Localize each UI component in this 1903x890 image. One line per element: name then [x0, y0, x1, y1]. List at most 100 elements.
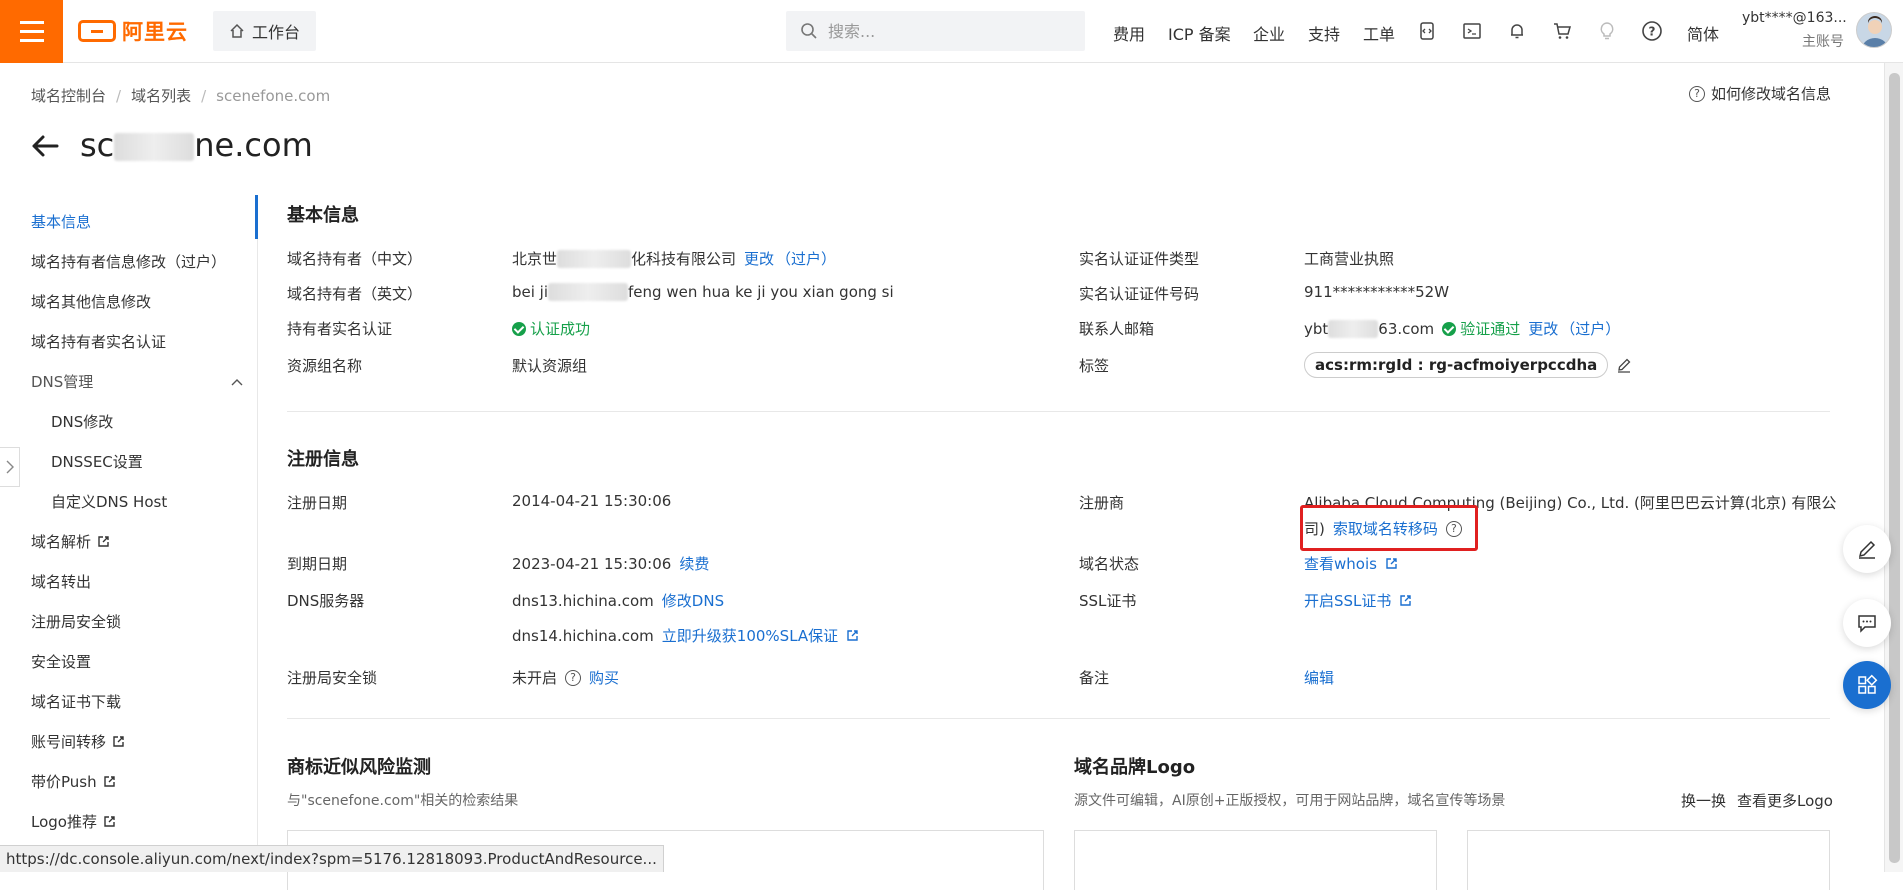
- email-transfer-link[interactable]: （过户）: [1560, 318, 1620, 339]
- email-edit-link[interactable]: 更改: [1528, 318, 1558, 339]
- email-suffix: 63.com: [1378, 319, 1435, 338]
- dns1-host: dns13.hichina.com: [512, 591, 654, 610]
- question-icon: ?: [1688, 85, 1705, 102]
- nav-support[interactable]: 支持: [1308, 21, 1340, 45]
- renew-link[interactable]: 续费: [679, 553, 709, 574]
- workbench-button[interactable]: 工作台: [213, 11, 316, 51]
- sidebar-item-basic-info[interactable]: 基本信息: [31, 211, 91, 232]
- redacted-block: [114, 133, 195, 161]
- bell-icon[interactable]: [1505, 19, 1529, 43]
- resgroup-value: 默认资源组: [512, 357, 588, 375]
- external-link-icon: [1400, 595, 1412, 606]
- apps-button[interactable]: [1843, 661, 1891, 709]
- question-icon[interactable]: ?: [565, 669, 582, 686]
- breadcrumb-domain-console[interactable]: 域名控制台: [31, 87, 106, 105]
- owner-cn-label: 域名持有者（中文）: [287, 250, 423, 268]
- avatar[interactable]: [1856, 12, 1892, 48]
- ssl-link[interactable]: 开启SSL证书: [1304, 590, 1391, 611]
- upgrade-sla-link[interactable]: 立即升级获100%SLA保证: [662, 625, 838, 646]
- sidebar-toggle[interactable]: [0, 447, 20, 487]
- sidebar-item-cert-download[interactable]: 域名证书下载: [31, 691, 121, 712]
- resgroup-label: 资源组名称: [287, 357, 363, 375]
- lightbulb-icon[interactable]: [1595, 19, 1619, 43]
- sidebar-item-dns-resolve[interactable]: 域名解析: [31, 531, 110, 552]
- owner-edit-link[interactable]: 更改: [744, 248, 774, 269]
- edit-pencil-icon[interactable]: [1616, 357, 1632, 373]
- owner-en-prefix: bei ji: [512, 283, 549, 301]
- back-arrow-icon[interactable]: [29, 130, 61, 162]
- help-icon[interactable]: ?: [1640, 19, 1664, 43]
- email-label: 联系人邮箱: [1079, 320, 1155, 338]
- email-value: ybt 63.com 验证通过 更改 （过户）: [1304, 318, 1620, 339]
- nav-enterprise[interactable]: 企业: [1253, 21, 1285, 45]
- external-link-icon: [847, 630, 858, 641]
- sidebar-group-dns[interactable]: DNS管理: [31, 371, 243, 392]
- sidebar-item-account-transfer[interactable]: 账号间转移: [31, 731, 125, 752]
- cart-icon[interactable]: [1550, 19, 1574, 43]
- menu-icon[interactable]: [0, 0, 63, 63]
- owner-cn-prefix: 北京世: [512, 250, 558, 268]
- apps-grid-icon: [1858, 674, 1878, 694]
- lock-label: 注册局安全锁: [287, 669, 378, 687]
- language-switch[interactable]: 简体: [1687, 21, 1719, 45]
- sidebar-item-transfer-out[interactable]: 域名转出: [31, 571, 91, 592]
- edit-feedback-button[interactable]: [1843, 525, 1891, 573]
- sidebar-item-custom-dns-host[interactable]: 自定义DNS Host: [51, 491, 167, 512]
- home-icon: [230, 23, 244, 38]
- nav-icp[interactable]: ICP 备案: [1168, 21, 1231, 45]
- terminal-icon[interactable]: [1460, 19, 1484, 43]
- brand-logo-desc: 源文件可编辑，AI原创+正版授权，可用于网站品牌，域名宣传等场景: [1074, 793, 1506, 809]
- app-code-icon[interactable]: [1415, 19, 1439, 43]
- remark-label: 备注: [1079, 669, 1110, 687]
- refresh-logo-link[interactable]: 换一换: [1681, 790, 1726, 811]
- svg-text:?: ?: [1649, 25, 1656, 39]
- reg-date-value: 2014-04-21 15:30:06: [512, 492, 672, 510]
- nav-fees[interactable]: 费用: [1113, 21, 1145, 45]
- lock-status: 未开启: [512, 669, 558, 687]
- logo-text: 阿里云: [122, 20, 188, 44]
- sidebar-item-registry-lock[interactable]: 注册局安全锁: [31, 611, 121, 632]
- whois-link[interactable]: 查看whois: [1304, 553, 1377, 574]
- account-info[interactable]: ybt****@163... 主账号: [1742, 10, 1847, 51]
- tag-label: 标签: [1079, 357, 1110, 375]
- sidebar-item-dns-modify[interactable]: DNS修改: [51, 411, 113, 432]
- buy-lock-link[interactable]: 购买: [589, 667, 619, 688]
- section-divider: [287, 411, 1830, 412]
- breadcrumb-domain-list[interactable]: 域名列表: [131, 87, 191, 105]
- aliyun-logo[interactable]: 阿里云: [78, 16, 188, 46]
- sidebar-item-dnssec[interactable]: DNSSEC设置: [51, 451, 143, 472]
- pencil-icon: [1858, 540, 1876, 559]
- sidebar-item-owner-modify[interactable]: 域名持有者信息修改（过户）: [31, 251, 226, 272]
- remark-edit-link[interactable]: 编辑: [1304, 667, 1334, 688]
- modify-dns-link[interactable]: 修改DNS: [662, 590, 724, 611]
- external-link-icon: [98, 536, 109, 547]
- expire-label: 到期日期: [287, 555, 348, 573]
- sidebar-item-security-settings[interactable]: 安全设置: [31, 651, 91, 672]
- nav-ticket[interactable]: 工单: [1363, 21, 1395, 45]
- owner-transfer-link[interactable]: （过户）: [776, 248, 836, 269]
- section-divider: [287, 718, 1830, 719]
- sidebar-item-logo-recommend[interactable]: Logo推荐: [31, 811, 116, 832]
- sidebar-item-realname[interactable]: 域名持有者实名认证: [31, 331, 166, 352]
- page-title-suffix: ne.com: [194, 126, 313, 164]
- cert-no-value: 911***********52W: [1304, 283, 1450, 301]
- more-logo-link[interactable]: 查看更多Logo: [1737, 790, 1833, 811]
- help-link-label: 如何修改域名信息: [1710, 85, 1831, 103]
- sidebar-item-other-info[interactable]: 域名其他信息修改: [31, 291, 151, 312]
- breadcrumb-current: scenefone.com: [216, 87, 331, 105]
- help-modify-domain-link[interactable]: ? 如何修改域名信息: [1688, 83, 1831, 104]
- scrollbar-thumb[interactable]: [1889, 73, 1900, 863]
- sidebar: 基本信息 域名持有者信息修改（过户） 域名其他信息修改 域名持有者实名认证 DN…: [0, 195, 258, 872]
- tag-pill[interactable]: acs:rm:rgId : rg-acfmoiyerpccdha: [1304, 352, 1609, 378]
- scrollbar[interactable]: [1884, 63, 1903, 872]
- account-type: 主账号: [1802, 34, 1844, 50]
- remark-value: 编辑: [1304, 667, 1334, 688]
- search-box[interactable]: [786, 11, 1085, 51]
- expire-value: 2023-04-21 15:30:06 续费: [512, 553, 709, 574]
- logo-card[interactable]: [1074, 830, 1437, 890]
- sidebar-item-price-push[interactable]: 带价Push: [31, 771, 116, 792]
- external-link-icon: [103, 776, 115, 787]
- chat-button[interactable]: [1843, 599, 1891, 647]
- logo-card[interactable]: [1467, 830, 1830, 890]
- search-input[interactable]: [828, 21, 1058, 41]
